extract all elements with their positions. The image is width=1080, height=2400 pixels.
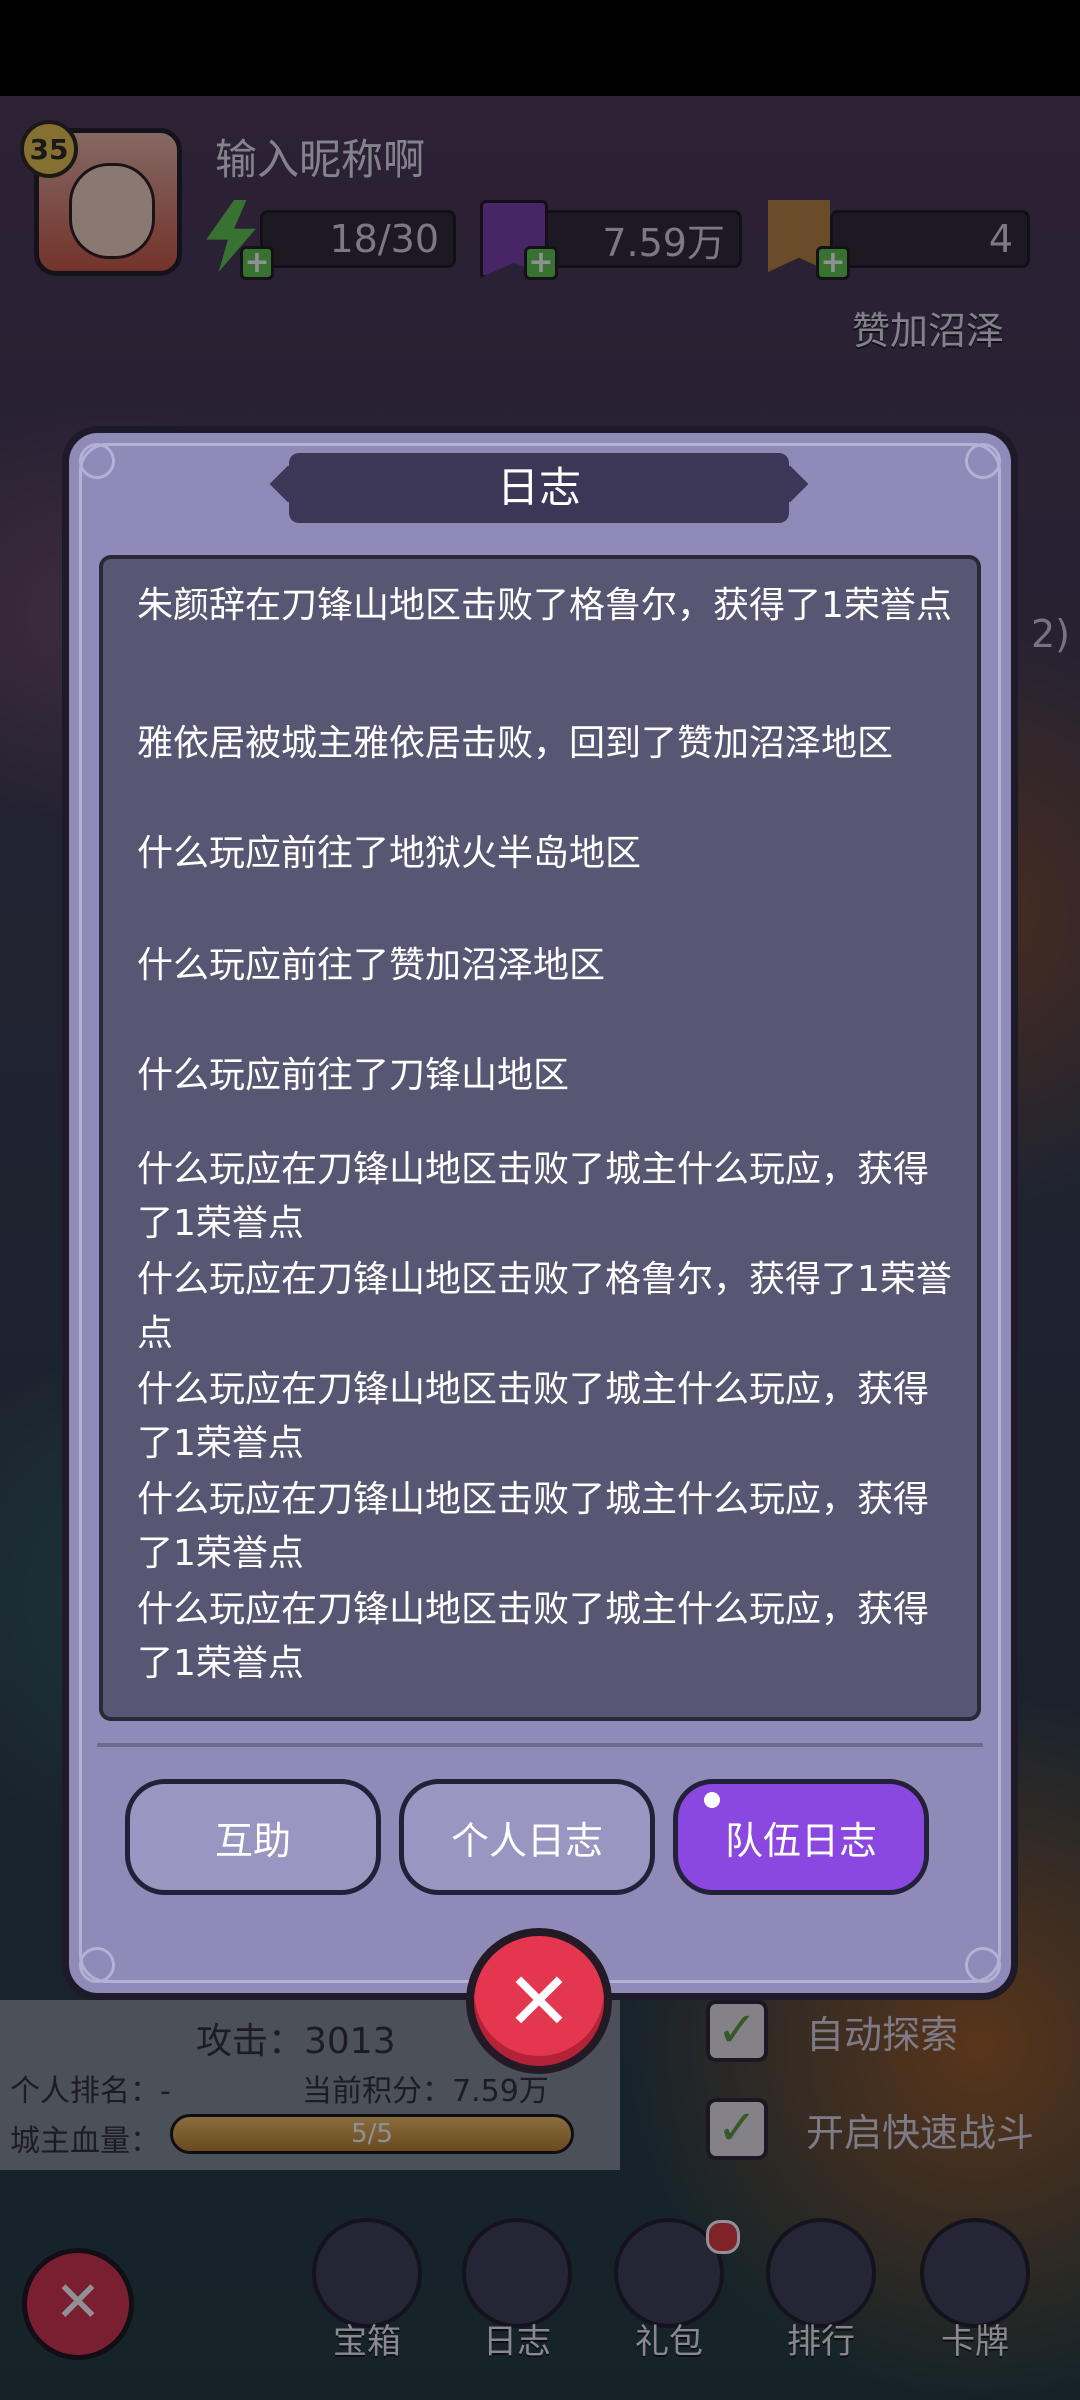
status-bar [0, 0, 1080, 96]
close-icon: ✕ [505, 1954, 573, 2048]
log-entry: 什么玩应在刀锋山地区击败了城主什么玩应，获得了1荣誉点 [137, 1479, 930, 1574]
log-entry: 什么玩应在刀锋山地区击败了城主什么玩应，获得了1荣誉点 [137, 1149, 930, 1244]
tab-team-log[interactable]: 队伍日志 [673, 1779, 929, 1895]
log-entry: 什么玩应在刀锋山地区击败了格鲁尔，获得了1荣誉点 [137, 1259, 952, 1354]
corner-ornament [965, 443, 1001, 479]
tab-personal-log[interactable]: 个人日志 [399, 1779, 655, 1895]
tab-highlight [704, 1792, 720, 1808]
log-entry: 什么玩应在刀锋山地区击败了城主什么玩应，获得了1荣誉点 [137, 1589, 930, 1684]
corner-ornament [79, 443, 115, 479]
log-entry: 朱颜辞在刀锋山地区击败了格鲁尔，获得了1荣誉点 [137, 585, 952, 626]
log-entry: 雅依居被城主雅依居击败，回到了赞加沼泽地区 [137, 723, 894, 764]
close-dialog-button[interactable]: ✕ [466, 1928, 612, 2074]
tab-mutual-aid[interactable]: 互助 [125, 1779, 381, 1895]
corner-ornament [79, 1947, 115, 1983]
log-entry: 什么玩应前往了地狱火半岛地区 [137, 833, 642, 874]
tab-team-log-label: 队伍日志 [724, 1818, 877, 1863]
divider [97, 1743, 983, 1747]
corner-ornament [965, 1947, 1001, 1983]
dialog-title-bar: 日志 [289, 453, 789, 523]
log-entry: 什么玩应在刀锋山地区击败了城主什么玩应，获得了1荣誉点 [137, 1369, 930, 1464]
dialog-title: 日志 [496, 463, 581, 512]
log-dialog: 日志 朱颜辞在刀锋山地区击败了格鲁尔，获得了1荣誉点 雅依居被城主雅依居击败，回… [62, 426, 1018, 2000]
log-entry: 什么玩应前往了刀锋山地区 [137, 1055, 570, 1096]
log-list[interactable]: 朱颜辞在刀锋山地区击败了格鲁尔，获得了1荣誉点 雅依居被城主雅依居击败，回到了赞… [99, 555, 981, 1721]
log-entry: 什么玩应前往了赞加沼泽地区 [137, 945, 606, 986]
